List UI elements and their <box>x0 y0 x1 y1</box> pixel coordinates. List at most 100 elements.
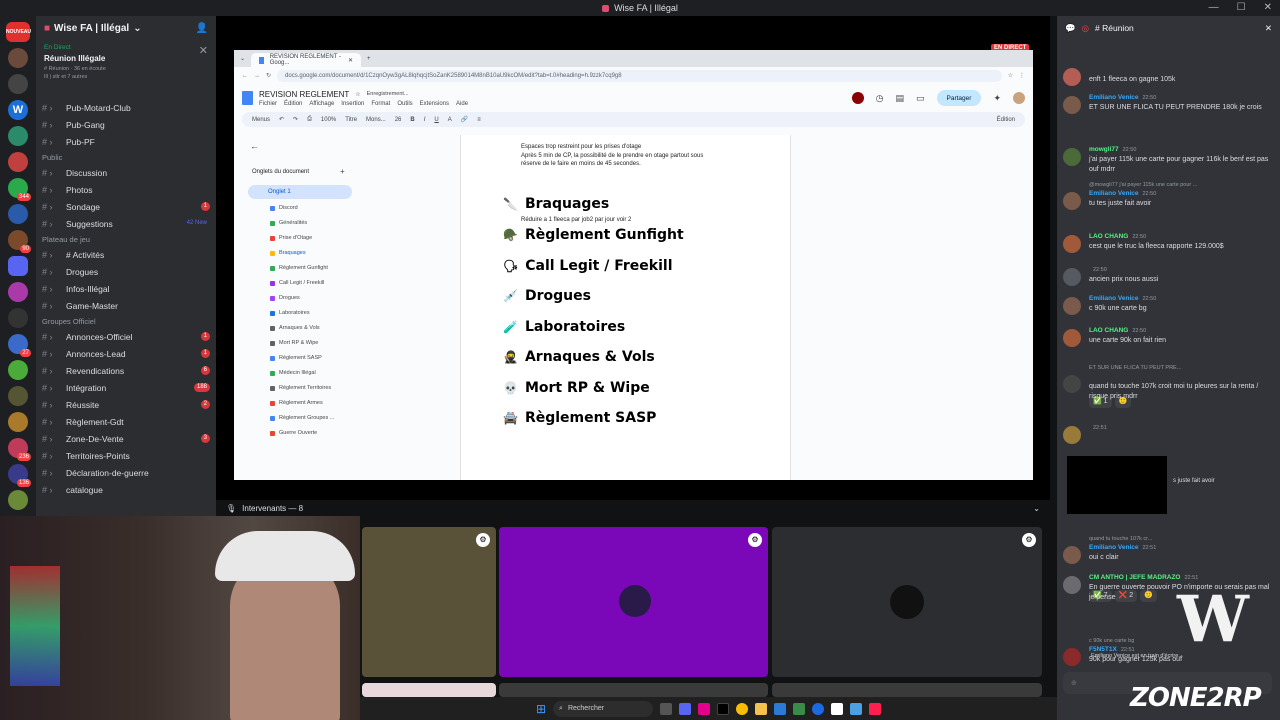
task-view-icon[interactable] <box>660 702 673 715</box>
channel-item[interactable]: # › Annonces-Officiel 1 <box>42 329 210 344</box>
tiktok-app-icon[interactable] <box>717 702 730 715</box>
settings-icon[interactable]: ⚙ <box>476 533 490 547</box>
server-icon[interactable] <box>8 74 28 94</box>
server-icon[interactable] <box>8 48 28 68</box>
voice-tile[interactable]: ⚙ <box>772 527 1042 677</box>
message-author[interactable]: LAO CHANG 22:50 <box>1089 233 1146 240</box>
bold-icon[interactable]: B <box>410 117 414 123</box>
app-icon[interactable] <box>698 702 711 715</box>
app-icon[interactable] <box>793 702 806 715</box>
message-author[interactable]: 22:50 <box>1089 266 1107 273</box>
avatar[interactable] <box>1063 96 1081 114</box>
channel-category[interactable]: Groupes Officiel <box>42 317 96 326</box>
channel-item[interactable]: # › Revendications 6 <box>42 363 210 378</box>
channel-item[interactable]: # › Annonces-Lead 1 <box>42 346 210 361</box>
channel-item[interactable]: # › Infos-Illégal <box>42 281 210 296</box>
outline-item[interactable]: Guerre Ouverte <box>270 430 317 436</box>
settings-icon[interactable]: ⚙ <box>1022 533 1036 547</box>
channel-item[interactable]: # › Drogues <box>42 264 210 279</box>
font-size-input[interactable]: 26 <box>395 117 402 123</box>
message-author[interactable]: Emiliano Venice 22:50 <box>1089 94 1156 101</box>
server-icon[interactable] <box>8 386 28 406</box>
reply-preview[interactable]: ET SUR UNE FLICA TU PEUT PRE... <box>1089 365 1181 371</box>
docs-logo-icon[interactable] <box>242 91 253 105</box>
channel-item[interactable]: # › Pub-Motard-Club <box>42 100 210 115</box>
comment-icon[interactable]: ▤ <box>895 93 904 104</box>
star-icon[interactable]: ☆ <box>355 91 360 98</box>
text-color-icon[interactable]: A <box>448 117 452 123</box>
chat-message[interactable]: Emiliano Venice 22:50 ET SUR UNE FLICA TU … <box>1063 94 1276 134</box>
chrome-app-icon[interactable] <box>736 702 749 715</box>
outline-item[interactable]: Médecin Illégal <box>270 370 316 376</box>
outline-item[interactable]: Discord <box>270 205 298 211</box>
avatar[interactable] <box>1063 329 1081 347</box>
channel-item[interactable]: # › Pub-PF <box>42 134 210 149</box>
app-icon[interactable] <box>831 702 844 715</box>
close-tab-icon[interactable]: ✕ <box>348 57 353 64</box>
outline-item[interactable]: Règlement Gunfight <box>270 265 328 271</box>
share-button[interactable]: Partager <box>936 90 982 106</box>
chat-message[interactable]: mowgli77 22:50 j'ai payer 115k une carte p… <box>1063 146 1276 186</box>
server-icon[interactable] <box>8 308 28 328</box>
avatar[interactable] <box>1063 268 1081 286</box>
font-select[interactable]: Mons... <box>366 117 386 123</box>
chat-message[interactable]: quand tu touche 107k croit moi tu pleure… <box>1063 365 1276 413</box>
server-icon[interactable] <box>8 152 28 172</box>
server-icon[interactable]: 344 <box>8 178 31 201</box>
channel-item[interactable]: # › Intégration 188 <box>42 380 210 395</box>
avatar[interactable] <box>1013 92 1025 104</box>
new-tab-icon[interactable]: + <box>367 56 371 62</box>
outline-item[interactable]: Règlement Groupes ... <box>270 415 334 421</box>
avatar[interactable] <box>1063 546 1081 564</box>
voice-tile[interactable]: ⚙ <box>362 527 496 677</box>
avatar[interactable] <box>1063 648 1081 666</box>
outline-item[interactable]: Règlement Territoires <box>270 385 331 391</box>
avatar[interactable] <box>1063 576 1081 594</box>
extensions-icon[interactable]: ⋮ <box>1019 72 1025 79</box>
live-event-card[interactable]: En Direct Réunion Illégale # Réunion · 3… <box>44 44 208 80</box>
reply-preview[interactable]: quand tu touche 107k cr... <box>1089 536 1152 542</box>
outline-tab[interactable]: Onglet 1 <box>248 185 352 199</box>
app-icon[interactable] <box>812 702 825 715</box>
meet-icon[interactable]: ▭ <box>916 93 925 104</box>
channel-item[interactable]: # › Déclaration-de-guerre <box>42 465 210 480</box>
reload-icon[interactable]: ↻ <box>266 72 271 79</box>
channel-item[interactable]: # › Règlement-Gdt <box>42 414 210 429</box>
server-icon[interactable] <box>8 126 28 146</box>
settings-icon[interactable]: ⚙ <box>748 533 762 547</box>
outline-item[interactable]: Mort RP & Wipe <box>270 340 318 346</box>
avatar[interactable] <box>1063 68 1081 86</box>
chat-message[interactable]: Emiliano Venice 22:50 tu tes juste fait av… <box>1063 182 1276 230</box>
channel-item[interactable]: # › Pub-Gang <box>42 117 210 132</box>
avatar[interactable] <box>1063 375 1081 393</box>
style-select[interactable]: Titre <box>345 117 357 123</box>
doc-menu-item[interactable]: Extensions <box>420 101 449 107</box>
message-author[interactable]: F5N5T1X 22:51 <box>1089 646 1135 653</box>
message-author[interactable]: 22:51 <box>1089 424 1107 431</box>
gemini-icon[interactable]: ✦ <box>993 93 1001 104</box>
channel-item[interactable]: # › Game-Master <box>42 298 210 313</box>
channel-category[interactable]: Plateau de jeu <box>42 235 90 244</box>
chevron-down-icon[interactable]: ⌄ <box>1033 504 1040 513</box>
channel-item[interactable]: # › Discussion <box>42 165 210 180</box>
server-icon[interactable]: 236 <box>8 438 31 461</box>
avatar[interactable] <box>1063 297 1081 315</box>
doc-menu-item[interactable]: Outils <box>397 101 412 107</box>
star-icon[interactable]: ☆ <box>1008 72 1013 79</box>
voice-tile[interactable] <box>772 683 1042 697</box>
doc-menu-item[interactable]: Insertion <box>341 101 364 107</box>
voice-tile[interactable] <box>499 683 768 697</box>
doc-menu-item[interactable]: Aide <box>456 101 468 107</box>
message-author[interactable]: Emiliano Venice 22:51 <box>1089 544 1156 551</box>
back-icon[interactable]: ← <box>242 73 248 79</box>
server-icon[interactable]: 90 <box>8 230 31 253</box>
zoom-select[interactable]: 100% <box>321 117 336 123</box>
doc-page[interactable]: Espaces trop restreint pour les prises d… <box>460 135 791 480</box>
outline-item[interactable]: Call Legit / Freekill <box>270 280 324 286</box>
windows-start-icon[interactable]: ⊞ <box>536 702 546 716</box>
reply-preview[interactable]: c 90k une carte bg <box>1089 638 1134 644</box>
message-author[interactable]: Emiliano Venice 22:50 <box>1089 295 1156 302</box>
avatar[interactable] <box>1063 426 1081 444</box>
voice-tile[interactable] <box>362 683 496 697</box>
server-icon[interactable] <box>8 282 28 302</box>
